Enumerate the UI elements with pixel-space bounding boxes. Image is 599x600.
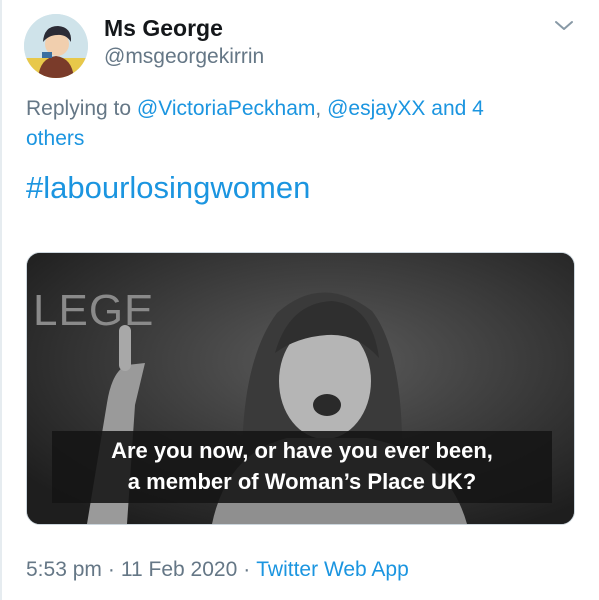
timeline-rule	[0, 0, 2, 600]
tweet-media-image[interactable]: LEGE Are you now, or have you ever been,…	[26, 252, 575, 525]
avatar[interactable]	[24, 14, 88, 78]
author-handle[interactable]: @msgeorgekirrin	[104, 44, 264, 70]
tweet-time[interactable]: 5:53 pm	[26, 558, 102, 581]
chevron-down-icon[interactable]	[552, 14, 576, 38]
replying-to-label: Replying to	[26, 97, 137, 120]
meta-separator: ·	[107, 558, 115, 581]
author-display-name[interactable]: Ms George	[104, 14, 223, 42]
meta-separator: ·	[243, 558, 251, 581]
hashtag-link[interactable]: #labourlosingwomen	[26, 168, 310, 208]
caption-line-2: a member of Woman’s Place UK?	[127, 469, 477, 494]
mention-esjayxx[interactable]: @esjayXX	[327, 97, 425, 120]
tweet-date[interactable]: 11 Feb 2020	[121, 558, 237, 581]
background-sign-text: LEGE	[33, 286, 155, 335]
reply-and: and	[425, 97, 473, 120]
tweet-source-link[interactable]: Twitter Web App	[256, 558, 409, 581]
caption-line-1: Are you now, or have you ever been,	[111, 438, 493, 463]
mention-victoriapeckham[interactable]: @VictoriaPeckham	[137, 97, 316, 120]
reply-comma: ,	[315, 97, 328, 120]
avatar-illustration	[24, 14, 88, 78]
replying-to: Replying to @VictoriaPeckham, @esjayXX a…	[26, 94, 546, 154]
tweet-meta: 5:53 pm · 11 Feb 2020 · Twitter Web App	[26, 556, 409, 584]
media-caption-box: Are you now, or have you ever been, a me…	[52, 431, 552, 503]
